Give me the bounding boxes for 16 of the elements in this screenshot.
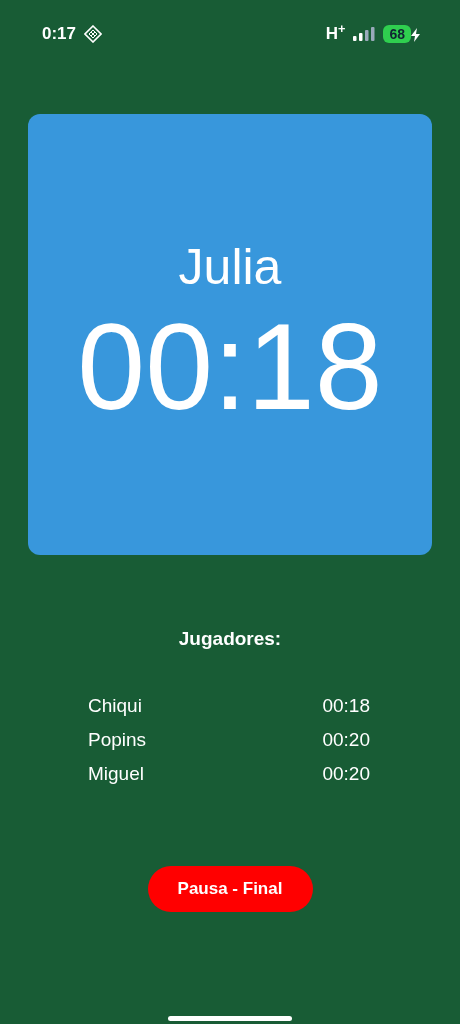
- battery-level: 68: [383, 25, 411, 43]
- player-time: 00:20: [322, 728, 370, 753]
- player-name: Chiqui: [88, 694, 142, 719]
- current-player-name: Julia: [178, 241, 282, 292]
- signal-icon: [353, 27, 376, 41]
- network-type: H$^{+}$: [325, 21, 346, 46]
- player-time: 00:20: [322, 762, 370, 787]
- current-player-time: 00:18: [77, 305, 383, 428]
- player-name: Miguel: [88, 762, 144, 787]
- player-name: Popins: [88, 728, 147, 753]
- pause-button[interactable]: Pausa - Final: [147, 865, 313, 912]
- status-time: 0:17: [42, 23, 77, 46]
- players-heading: Jugadores:: [177, 627, 283, 651]
- home-indicator[interactable]: [168, 1015, 292, 1021]
- player-time: 00:18: [322, 694, 370, 719]
- diamond-grid-icon: [84, 25, 103, 43]
